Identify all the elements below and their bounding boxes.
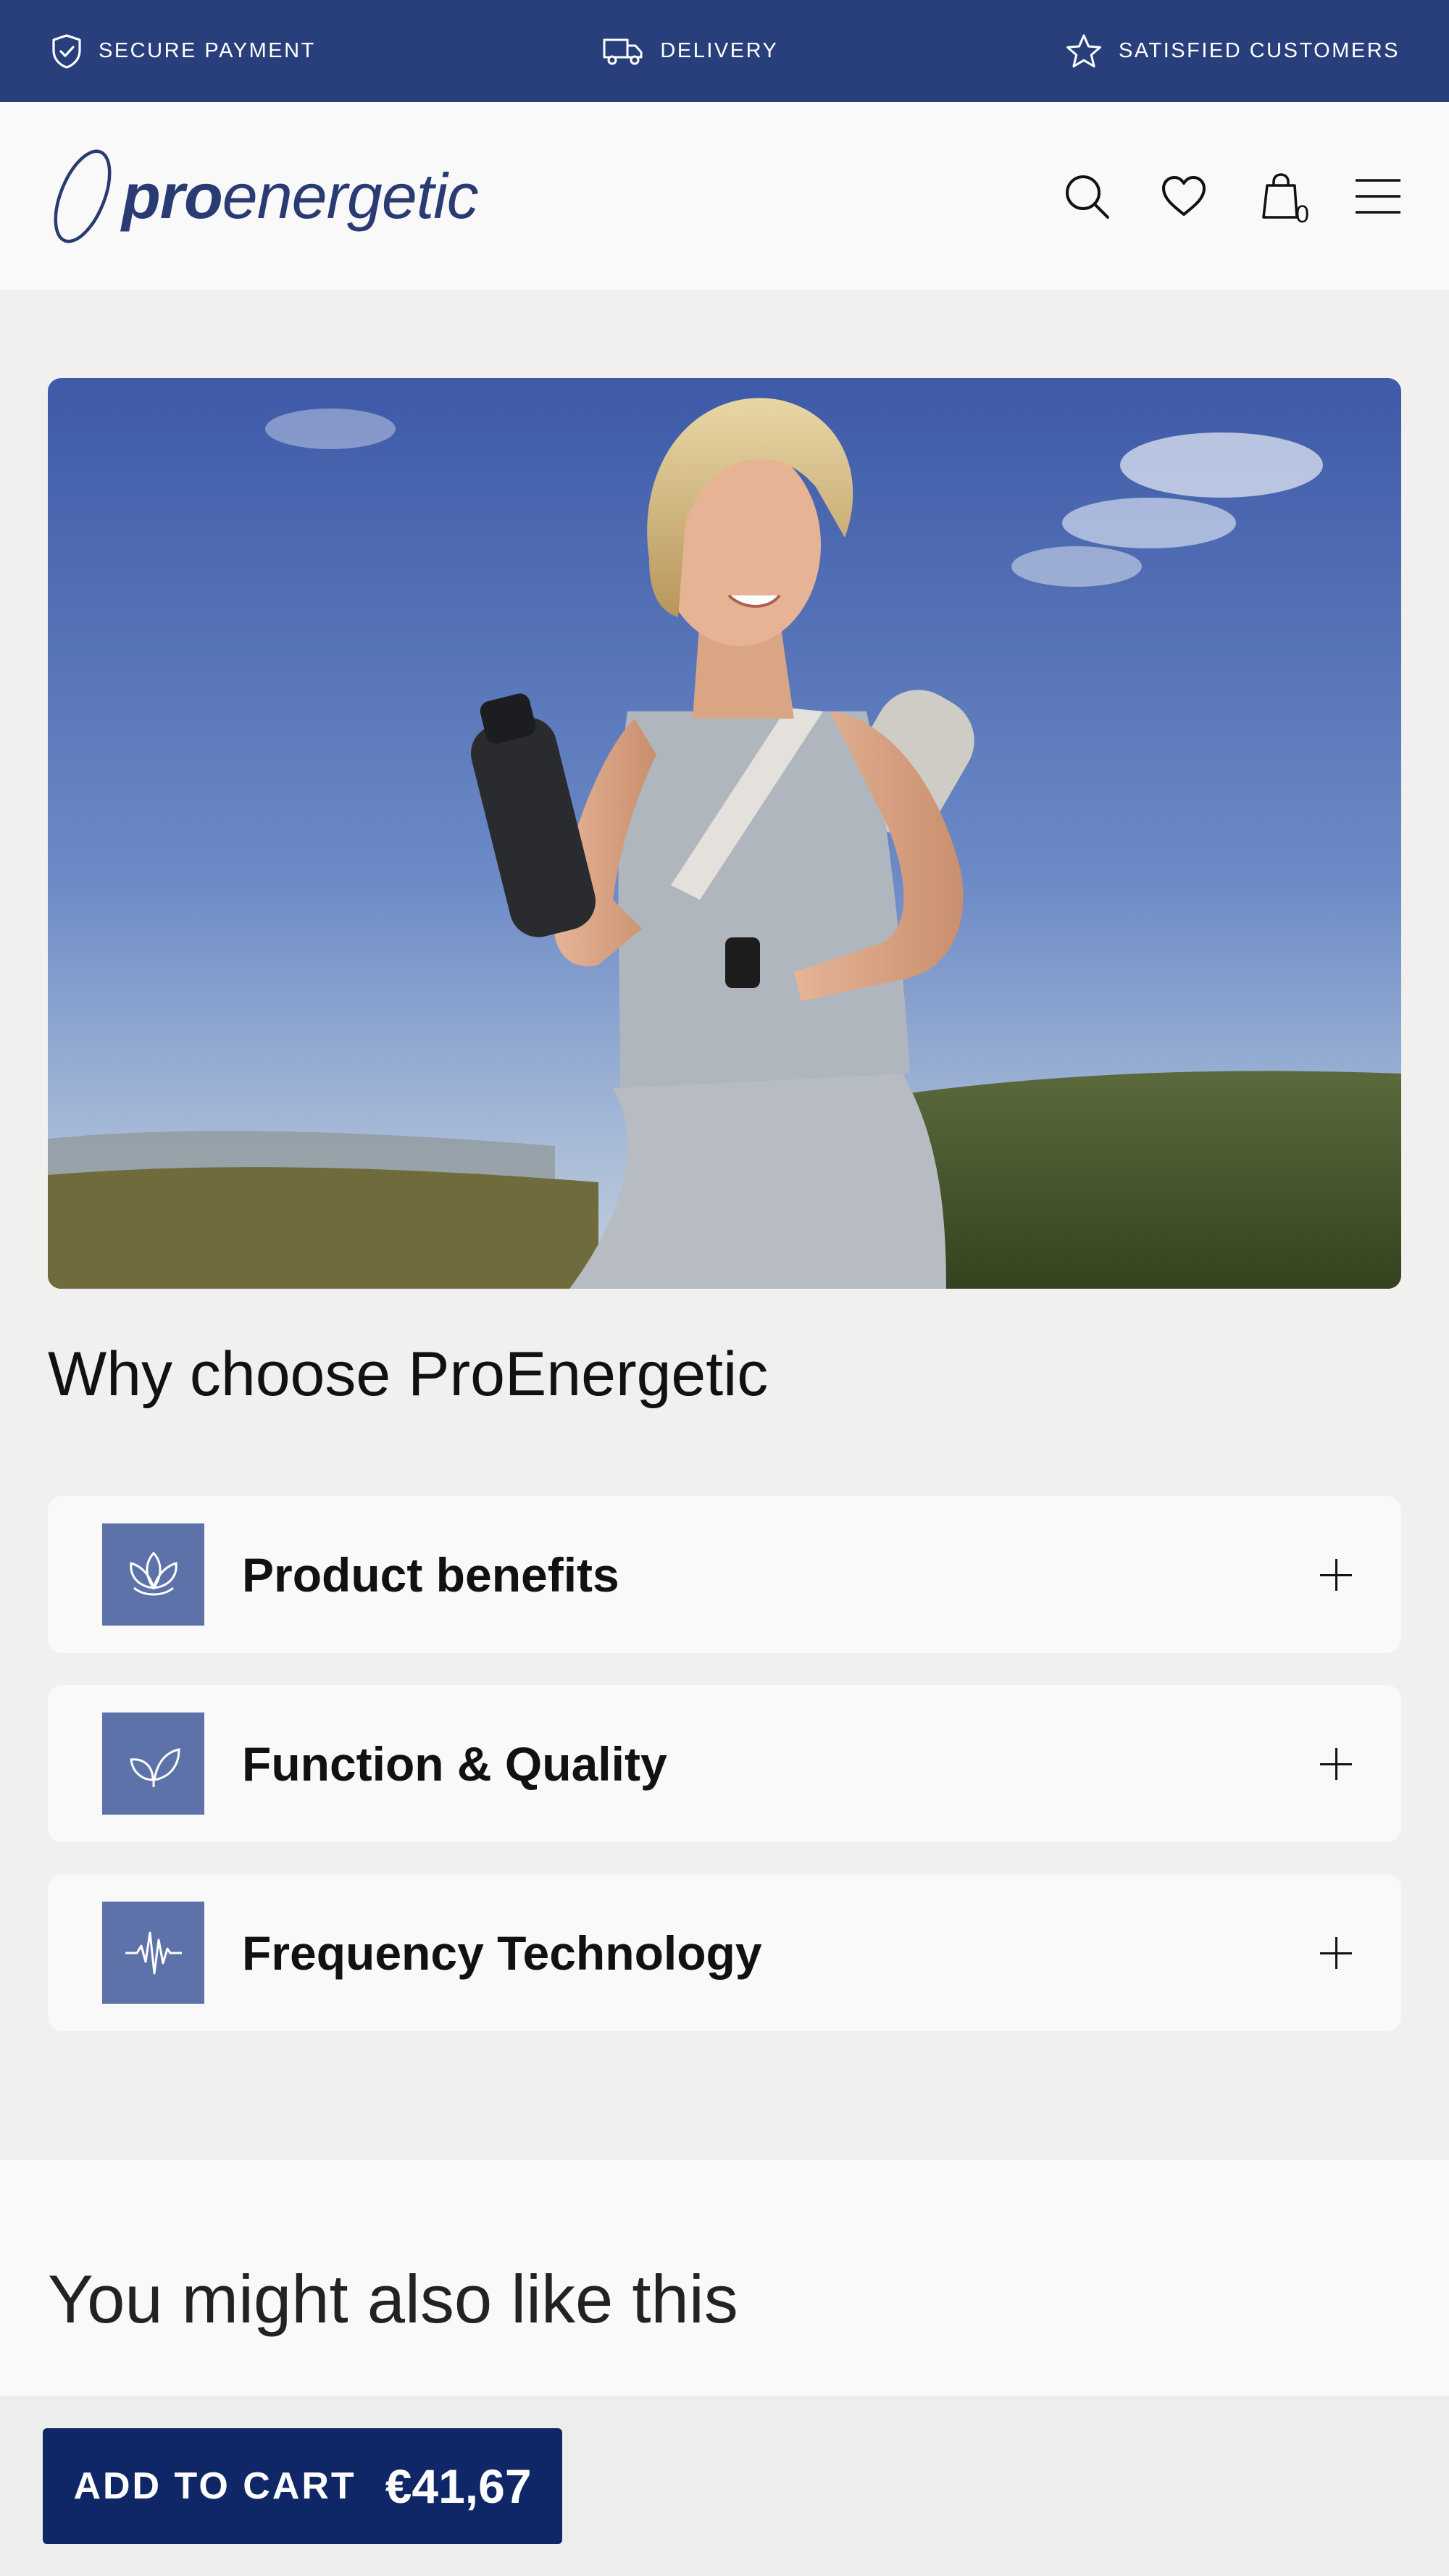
frequency-technology-badge	[102, 1902, 204, 2004]
truck-icon	[603, 38, 643, 64]
price-label: €41,67	[385, 2459, 532, 2513]
waveform-icon	[125, 1931, 182, 1974]
secure-payment-item: SECURE PAYMENT	[51, 33, 316, 70]
logo-text: proenergetic	[122, 159, 479, 232]
wishlist-button[interactable]	[1160, 172, 1208, 220]
plus-icon[interactable]	[1320, 1558, 1352, 1591]
cart-count: 0	[1295, 200, 1309, 228]
cart-button[interactable]: 0	[1257, 172, 1309, 228]
plus-icon[interactable]	[1320, 1747, 1352, 1780]
satisfied-customers-item: SATISFIED CUSTOMERS	[1065, 33, 1400, 70]
search-button[interactable]	[1063, 172, 1111, 220]
accordion-product-benefits[interactable]: Product benefits	[48, 1496, 1401, 1653]
add-to-cart-label: ADD TO CART	[73, 2465, 356, 2507]
hero-image	[48, 378, 1401, 1289]
frequency-technology-label: Frequency Technology	[242, 1925, 762, 1980]
shield-check-icon	[52, 33, 81, 69]
header-actions: 0	[1063, 172, 1402, 228]
hero-photo	[48, 378, 1401, 1289]
function-quality-label: Function & Quality	[242, 1736, 667, 1791]
logo[interactable]: proenergetic	[46, 146, 479, 247]
logo-mark-icon	[54, 149, 112, 243]
heart-icon	[1162, 175, 1206, 216]
product-benefits-label: Product benefits	[242, 1547, 619, 1602]
announcement-bar: SECURE PAYMENT DELIVERY SATISFIED CUSTOM…	[0, 0, 1449, 102]
plus-icon[interactable]	[1320, 1936, 1352, 1969]
delivery-label: DELIVERY	[660, 39, 779, 62]
menu-icon	[1356, 178, 1400, 214]
function-quality-badge	[102, 1713, 204, 1815]
secure-payment-label: SECURE PAYMENT	[99, 39, 316, 62]
lotus-icon	[129, 1551, 178, 1595]
menu-button[interactable]	[1354, 172, 1402, 220]
recommendations-title: You might also like this	[48, 2261, 738, 2337]
delivery-item: DELIVERY	[602, 37, 778, 66]
accordion-function-quality[interactable]: Function & Quality	[48, 1685, 1401, 1842]
satisfied-customers-label: SATISFIED CUSTOMERS	[1118, 39, 1400, 62]
star-icon	[1066, 34, 1101, 67]
add-to-cart-button[interactable]: ADD TO CART €41,67	[43, 2428, 562, 2544]
leaf-icon	[129, 1747, 180, 1787]
search-icon	[1066, 175, 1109, 219]
product-benefits-badge	[102, 1523, 204, 1626]
accordion-frequency-technology[interactable]: Frequency Technology	[48, 1874, 1401, 2031]
why-choose-title: Why choose ProEnergetic	[48, 1339, 769, 1409]
site-header: proenergetic 0	[0, 102, 1449, 290]
sticky-cart-bar: ADD TO CART €41,67	[0, 2396, 1449, 2576]
